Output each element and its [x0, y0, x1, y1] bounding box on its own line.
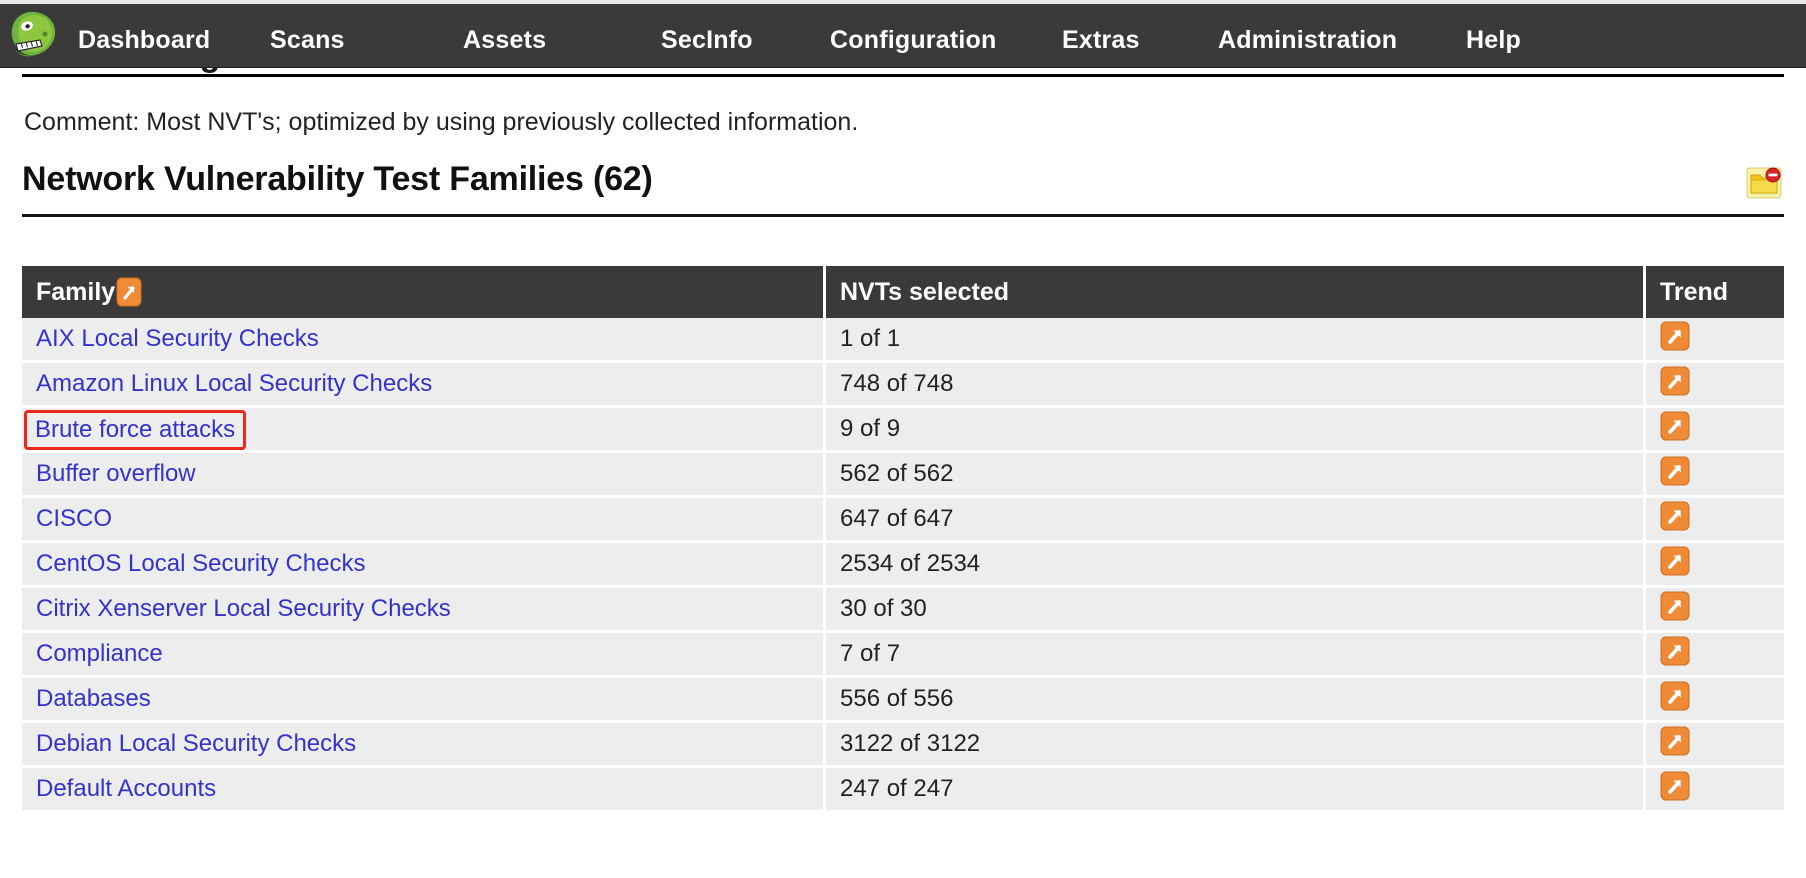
- column-header-nvts-label: NVTs selected: [840, 277, 1010, 306]
- top-navigation-bar: Dashboard Scans Assets SecInfo Configuration…: [0, 4, 1806, 68]
- header-divider-rule: [22, 74, 1784, 77]
- family-cell: Citrix Xenserver Local Security Checks: [22, 588, 826, 633]
- nav-scans[interactable]: Scans: [268, 20, 347, 61]
- table-row: AIX Local Security Checks 1 of 1: [22, 318, 1784, 363]
- nav-administration[interactable]: Administration: [1216, 20, 1399, 61]
- trend-cell: [1646, 723, 1784, 768]
- family-cell: Brute force attacks: [22, 408, 826, 453]
- family-cell: Databases: [22, 678, 826, 723]
- family-link[interactable]: Amazon Linux Local Security Checks: [36, 370, 432, 397]
- family-link[interactable]: CentOS Local Security Checks: [36, 550, 365, 577]
- dragon-head-logo[interactable]: [0, 4, 66, 68]
- table-row: Buffer overflow 562 of 562: [22, 453, 1784, 498]
- family-link[interactable]: Debian Local Security Checks: [36, 730, 356, 757]
- trend-cell: [1646, 363, 1784, 408]
- table-row: Compliance 7 of 7: [22, 633, 1784, 678]
- family-link[interactable]: Databases: [36, 685, 151, 712]
- nav-help[interactable]: Help: [1464, 20, 1523, 61]
- trend-cell: [1646, 588, 1784, 633]
- nvts-selected-cell: 7 of 7: [826, 633, 1646, 678]
- table-row: CISCO 647 of 647: [22, 498, 1784, 543]
- nvts-selected-cell: 748 of 748: [826, 363, 1646, 408]
- family-cell: Debian Local Security Checks: [22, 723, 826, 768]
- family-link[interactable]: Citrix Xenserver Local Security Checks: [36, 595, 451, 622]
- nvts-selected-cell: 556 of 556: [826, 678, 1646, 723]
- table-row: Amazon Linux Local Security Checks 748 of…: [22, 363, 1784, 408]
- nvt-families-table: Family NVTs selected Trend AIX Local Sec…: [22, 266, 1784, 813]
- trend-cell: [1646, 318, 1784, 363]
- highlight-box: Brute force attacks: [24, 410, 247, 450]
- family-link[interactable]: CISCO: [36, 505, 112, 532]
- nvts-selected-cell: 30 of 30: [826, 588, 1646, 633]
- nav-configuration[interactable]: Configuration: [828, 20, 998, 61]
- family-cell: CISCO: [22, 498, 826, 543]
- trend-up-arrow-icon[interactable]: [1660, 591, 1690, 621]
- trend-cell: [1646, 543, 1784, 588]
- family-cell: Amazon Linux Local Security Checks: [22, 363, 826, 408]
- trend-cell: [1646, 408, 1784, 453]
- window-top-strip: [0, 0, 1806, 4]
- table-header-row: Family NVTs selected Trend: [22, 266, 1784, 318]
- trend-up-arrow-icon[interactable]: [1660, 411, 1690, 441]
- nvts-selected-cell: 3122 of 3122: [826, 723, 1646, 768]
- section-title: Network Vulnerability Test Families (62): [22, 160, 653, 198]
- nvts-selected-cell: 1 of 1: [826, 318, 1646, 363]
- scan-config-comment: Comment: Most NVT's; optimized by using …: [24, 108, 859, 136]
- column-header-trend[interactable]: Trend: [1646, 266, 1784, 318]
- trend-up-arrow-icon[interactable]: [1660, 636, 1690, 666]
- family-link[interactable]: Buffer overflow: [36, 460, 196, 487]
- trend-up-arrow-icon[interactable]: [1660, 501, 1690, 531]
- family-cell: CentOS Local Security Checks: [22, 543, 826, 588]
- nvts-selected-cell: 562 of 562: [826, 453, 1646, 498]
- nvts-selected-cell: 2534 of 2534: [826, 543, 1646, 588]
- nav-dashboard[interactable]: Dashboard: [76, 20, 212, 61]
- column-header-trend-label: Trend: [1660, 277, 1729, 306]
- family-link[interactable]: Compliance: [36, 640, 163, 667]
- trend-up-arrow-icon[interactable]: [1660, 546, 1690, 576]
- trend-up-arrow-icon[interactable]: [1660, 456, 1690, 486]
- trend-up-arrow-icon[interactable]: [1660, 681, 1690, 711]
- family-cell: Buffer overflow: [22, 453, 826, 498]
- trend-up-arrow-icon[interactable]: [1660, 771, 1690, 801]
- family-cell: AIX Local Security Checks: [22, 318, 826, 363]
- nvts-selected-cell: 9 of 9: [826, 408, 1646, 453]
- trend-cell: [1646, 768, 1784, 813]
- table-row: CentOS Local Security Checks 2534 of 2534: [22, 543, 1784, 588]
- section-divider-rule: [22, 214, 1784, 217]
- trend-cell: [1646, 678, 1784, 723]
- trend-cell: [1646, 453, 1784, 498]
- trend-cell: [1646, 498, 1784, 543]
- trend-up-arrow-icon[interactable]: [1660, 366, 1690, 396]
- family-link[interactable]: Brute force attacks: [35, 416, 235, 444]
- trend-up-arrow-icon[interactable]: [1660, 726, 1690, 756]
- trend-cell: [1646, 633, 1784, 678]
- nav-extras[interactable]: Extras: [1060, 20, 1142, 61]
- column-header-family[interactable]: Family: [22, 266, 826, 318]
- table-row: Debian Local Security Checks 3122 of 3122: [22, 723, 1784, 768]
- page-content: Comment: Most NVT's; optimized by using …: [0, 0, 1806, 878]
- table-row: Brute force attacks 9 of 9: [22, 408, 1784, 453]
- column-header-family-label: Family: [36, 277, 116, 306]
- nav-secinfo[interactable]: SecInfo: [659, 20, 755, 61]
- trend-up-arrow-icon[interactable]: [1660, 321, 1690, 351]
- table-row: Citrix Xenserver Local Security Checks 30…: [22, 588, 1784, 633]
- family-cell: Compliance: [22, 633, 826, 678]
- table-row: Databases 556 of 556: [22, 678, 1784, 723]
- table-body: AIX Local Security Checks 1 of 1 Amazon Li…: [22, 318, 1784, 813]
- family-link[interactable]: AIX Local Security Checks: [36, 325, 319, 352]
- column-header-nvts-selected[interactable]: NVTs selected: [826, 266, 1646, 318]
- section-header: Network Vulnerability Test Families (62): [22, 160, 1784, 212]
- folder-with-red-badge-icon[interactable]: [1746, 166, 1782, 199]
- nvts-selected-cell: 647 of 647: [826, 498, 1646, 543]
- family-cell: Default Accounts: [22, 768, 826, 813]
- nvts-selected-cell: 247 of 247: [826, 768, 1646, 813]
- nav-assets[interactable]: Assets: [461, 20, 548, 61]
- sort-arrow-icon[interactable]: [116, 277, 142, 307]
- table-row: Default Accounts 247 of 247: [22, 768, 1784, 813]
- family-link[interactable]: Default Accounts: [36, 775, 216, 802]
